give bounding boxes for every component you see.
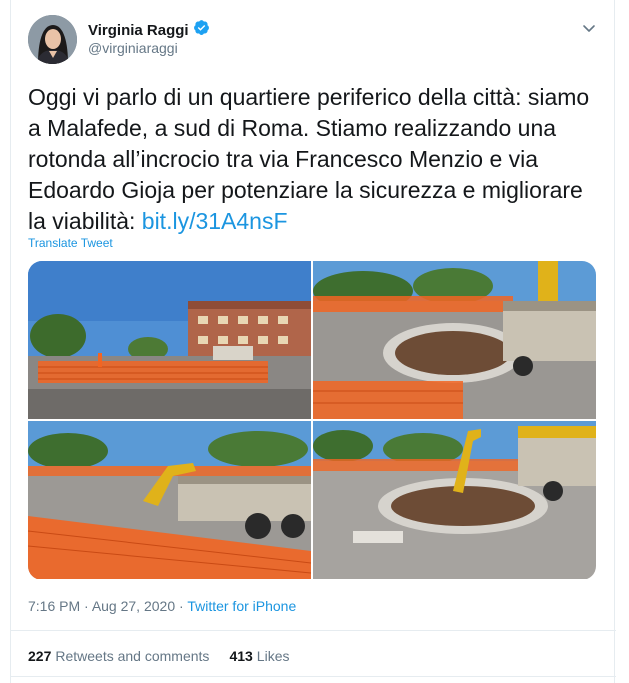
retweets-stat[interactable]: 227 Retweets and comments xyxy=(28,648,209,664)
retweets-count: 227 xyxy=(28,648,52,664)
likes-count: 413 xyxy=(229,648,253,664)
chevron-down-icon[interactable] xyxy=(581,20,597,36)
author-name[interactable]: Virginia Raggi xyxy=(88,22,189,39)
author-handle[interactable]: @virginiaraggi xyxy=(88,40,178,56)
tweet-body: Oggi vi parlo di un quartiere periferico… xyxy=(28,84,590,234)
meta-separator-2: · xyxy=(175,598,188,614)
retweets-label: Retweets and comments xyxy=(55,648,210,664)
media-grid xyxy=(28,261,596,580)
verified-badge-icon xyxy=(193,19,210,41)
tweet-card: Virginia Raggi @virginiaraggi Oggi vi pa… xyxy=(10,0,616,683)
divider xyxy=(11,630,616,631)
photo-3[interactable] xyxy=(28,421,311,579)
tweet-meta: 7:16 PM · Aug 27, 2020 · Twitter for iPh… xyxy=(28,598,296,614)
avatar[interactable] xyxy=(28,15,77,64)
photo-4[interactable] xyxy=(313,421,596,579)
tweet-time[interactable]: 7:16 PM xyxy=(28,598,80,614)
meta-separator: · xyxy=(80,598,92,614)
tweet-stats: 227 Retweets and comments 413 Likes xyxy=(28,648,289,664)
divider-bottom xyxy=(11,676,616,677)
photo-1[interactable] xyxy=(28,261,311,419)
photo-2[interactable] xyxy=(313,261,596,419)
author-row: Virginia Raggi xyxy=(88,19,210,41)
likes-stat[interactable]: 413 Likes xyxy=(229,648,289,664)
tweet-text: Oggi vi parlo di un quartiere periferico… xyxy=(28,82,603,237)
tweet-link[interactable]: bit.ly/31A4nsF xyxy=(142,208,288,234)
translate-tweet-link[interactable]: Translate Tweet xyxy=(28,236,113,250)
likes-label: Likes xyxy=(256,648,290,664)
tweet-date[interactable]: Aug 27, 2020 xyxy=(92,598,175,614)
tweet-source[interactable]: Twitter for iPhone xyxy=(187,598,296,614)
